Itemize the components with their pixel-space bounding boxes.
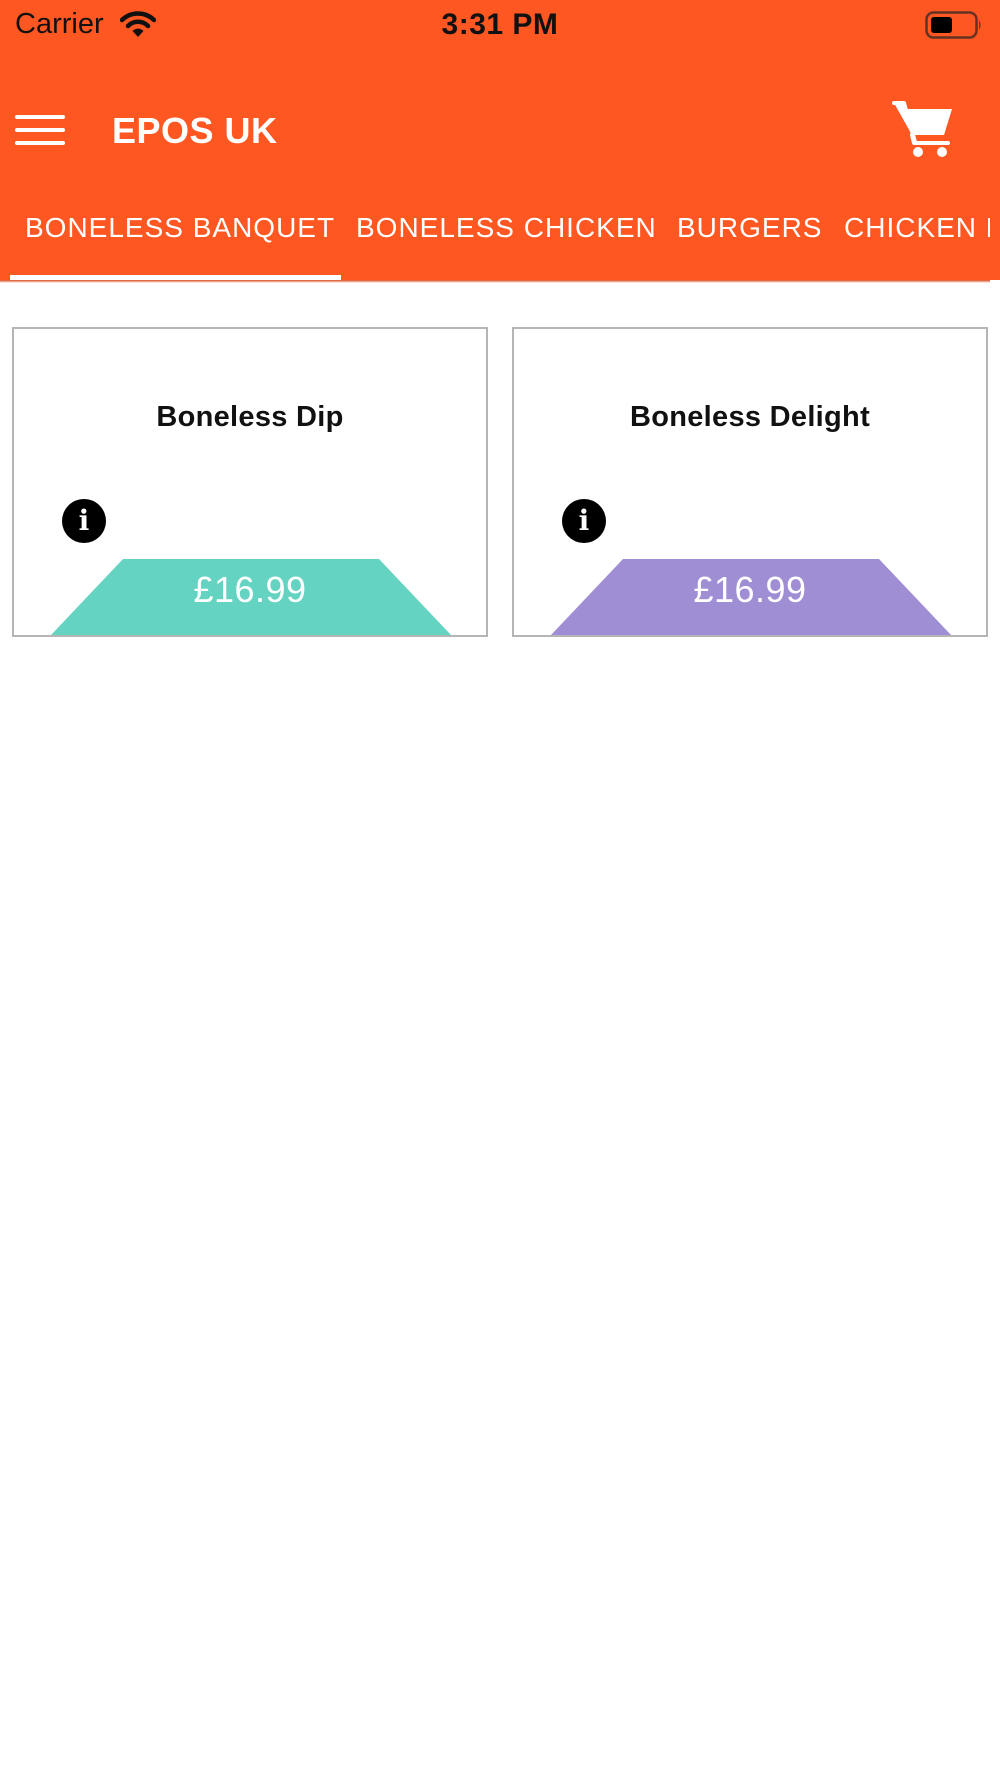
- tab-burgers[interactable]: BURGERS: [677, 212, 822, 244]
- clock: 3:31 PM: [441, 8, 559, 41]
- header: Carrier 3:31 PM EPOS UK BONELESS BANQUET…: [0, 0, 1000, 280]
- status-bar: Carrier 3:31 PM: [0, 0, 1000, 50]
- info-icon[interactable]: i: [62, 499, 106, 543]
- product-card-boneless-dip[interactable]: Boneless Dip i £16.99: [12, 327, 488, 637]
- tab-boneless-banquet[interactable]: BONELESS BANQUET: [25, 212, 335, 244]
- tab-chicken[interactable]: CHICKEN F: [844, 212, 990, 244]
- category-tabs: BONELESS BANQUET BONELESS CHICKEN BURGER…: [0, 200, 990, 280]
- product-name: Boneless Dip: [156, 401, 344, 433]
- tab-boneless-chicken[interactable]: BONELESS CHICKEN: [356, 212, 657, 244]
- product-price: £16.99: [193, 569, 307, 610]
- battery-icon: [925, 11, 981, 39]
- product-price: £16.99: [693, 569, 807, 610]
- product-card-boneless-delight[interactable]: Boneless Delight i £16.99: [512, 327, 988, 637]
- shopping-cart-icon[interactable]: [890, 95, 958, 163]
- app-title: EPOS UK: [112, 110, 278, 151]
- info-icon[interactable]: i: [562, 499, 606, 543]
- product-name: Boneless Delight: [629, 401, 871, 433]
- hamburger-menu-icon[interactable]: [10, 105, 70, 155]
- tabs-divider: [0, 280, 990, 283]
- app-screen: Carrier 3:31 PM EPOS UK BONELESS BANQUET…: [0, 0, 1000, 1778]
